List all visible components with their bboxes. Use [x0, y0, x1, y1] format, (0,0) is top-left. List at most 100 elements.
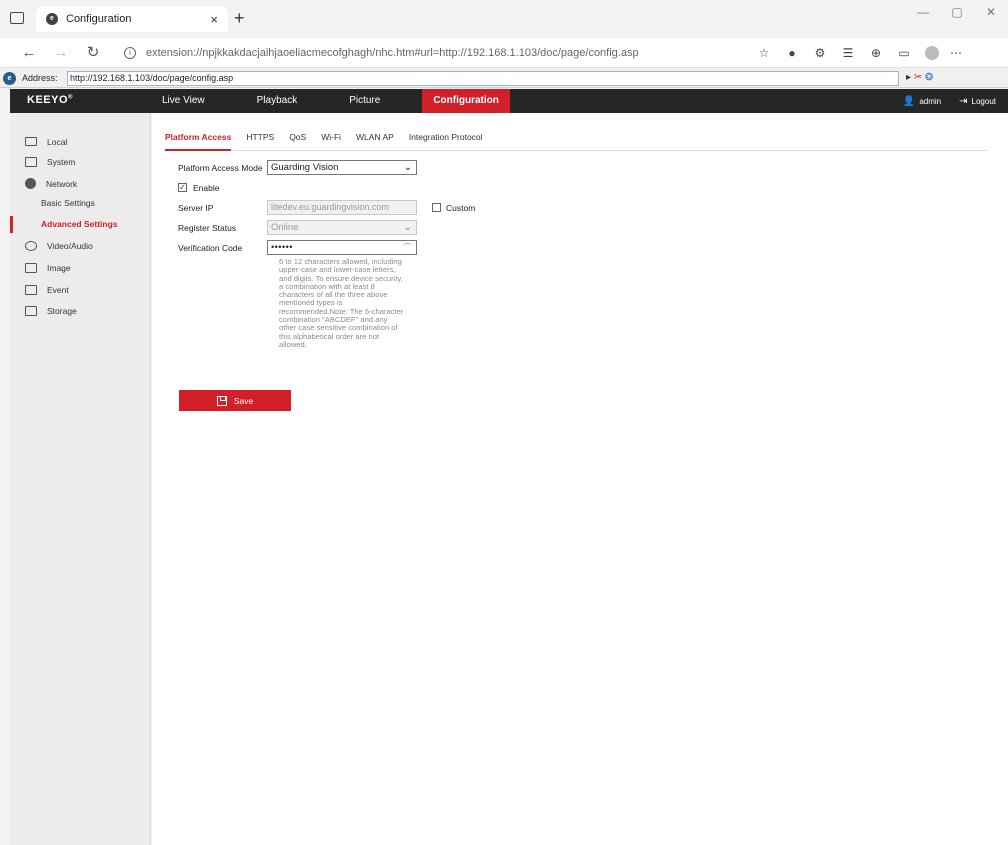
tab-platform-access[interactable]: Platform Access	[165, 131, 232, 151]
sidebar-item-label: Image	[47, 262, 71, 273]
sidebar-item-label: Event	[47, 284, 69, 295]
tab-wlan-ap[interactable]: WLAN AP	[356, 131, 394, 151]
tab-actions-icon[interactable]	[10, 12, 24, 24]
logout-icon[interactable]: ⇥	[959, 96, 967, 107]
sidebar-item-label: Storage	[47, 305, 77, 316]
browser-tab-bar: e Configuration × + — ▢ ✕	[0, 0, 1008, 38]
sidebar-item-image[interactable]: Image	[10, 257, 151, 278]
logout-link[interactable]: Logout	[972, 97, 996, 106]
url-bar[interactable]: i extension://npjkkakdacjaihjaoeliacmeco…	[124, 44, 764, 62]
monitor-icon	[25, 137, 37, 146]
config-subtabs: Platform Access HTTPS QoS Wi-Fi WLAN AP …	[165, 131, 988, 151]
save-button[interactable]: Save	[179, 390, 291, 411]
save-icon	[216, 395, 227, 406]
main-nav: Live View Playback Picture Configuration	[152, 89, 542, 113]
sidebar-item-system[interactable]: System	[10, 151, 151, 172]
sidebar-item-event[interactable]: Event	[10, 279, 151, 300]
sidebar-item-label: System	[47, 156, 76, 167]
minimize-icon[interactable]: —	[906, 0, 940, 26]
nav-playback[interactable]: Playback	[247, 89, 308, 113]
sidebar-item-label: Video/Audio	[47, 240, 93, 251]
hint-line: allowed.	[279, 339, 307, 349]
password-value: ••••••	[271, 242, 293, 252]
custom-label: Custom	[446, 203, 476, 213]
verification-code-input[interactable]: •••••• ⌒	[267, 240, 417, 255]
maximize-icon[interactable]: ▢	[940, 0, 974, 26]
sidebar-item-local[interactable]: Local	[10, 131, 151, 152]
custom-checkbox[interactable]	[432, 203, 441, 212]
chevron-down-icon: ⌄	[403, 162, 412, 173]
event-icon	[25, 284, 37, 295]
user-icon: 👤	[902, 95, 916, 107]
address-tools: ▸ ✂ ❂	[906, 72, 933, 83]
tab-close-icon[interactable]: ×	[210, 12, 218, 27]
app-header: KEEYO® Live View Playback Picture Config…	[10, 89, 1008, 113]
help-icon[interactable]: ❂	[925, 72, 933, 83]
enable-label: Enable	[193, 183, 220, 193]
back-icon[interactable]: ←	[20, 44, 38, 62]
verification-code-label: Verification Code	[178, 243, 243, 253]
sidebar-item-video-audio[interactable]: Video/Audio	[10, 235, 151, 256]
tab-integration-protocol[interactable]: Integration Protocol	[409, 131, 483, 151]
collections-icon[interactable]: ⊕	[864, 45, 888, 61]
brand-logo: KEEYO®	[27, 94, 73, 106]
extensions-icon[interactable]: ⚙	[808, 45, 832, 61]
go-icon[interactable]: ▸	[906, 72, 911, 83]
user-name[interactable]: admin	[919, 97, 941, 106]
extension-e-icon[interactable]: ●	[780, 45, 804, 61]
tab-wifi[interactable]: Wi-Fi	[321, 131, 341, 151]
nav-picture[interactable]: Picture	[339, 89, 390, 113]
url-text[interactable]: extension://npjkkakdacjaihjaoeliacmecofg…	[146, 47, 639, 59]
system-icon	[25, 156, 37, 167]
image-icon	[25, 262, 37, 273]
register-status-label: Register Status	[178, 223, 237, 233]
favorites-icon[interactable]: ☰	[836, 45, 860, 61]
ie-tab-logo-icon: e	[3, 72, 16, 85]
profile-avatar[interactable]	[925, 46, 939, 60]
sidebar-item-label: Local	[47, 136, 68, 147]
refresh-icon[interactable]: ↻	[84, 44, 102, 62]
nav-configuration[interactable]: Configuration	[422, 89, 510, 113]
main-content: Platform Access HTTPS QoS Wi-Fi WLAN AP …	[152, 113, 1008, 845]
sidebar-item-label: Network	[46, 178, 78, 189]
tab-https[interactable]: HTTPS	[246, 131, 274, 151]
sidebar-icon[interactable]: ▭	[892, 45, 916, 61]
chevron-down-icon: ⌄	[403, 222, 412, 233]
video-audio-icon	[25, 240, 37, 251]
sidebar: Local System Network Basic Settings Adva…	[10, 113, 151, 845]
platform-access-mode-select[interactable]: Guarding Vision ⌄	[267, 160, 417, 175]
ie-address-bar: e Address: http://192.168.1.103/doc/page…	[0, 69, 1008, 88]
select-value: Guarding Vision	[271, 162, 339, 173]
window-controls: — ▢ ✕	[906, 0, 1008, 26]
tab-qos[interactable]: QoS	[289, 131, 306, 151]
sidebar-item-storage[interactable]: Storage	[10, 300, 151, 321]
tools-icon[interactable]: ✂	[914, 72, 922, 83]
header-user-area: 👤 admin ⇥ Logout	[903, 89, 996, 113]
browser-tab[interactable]: e Configuration ×	[36, 6, 228, 32]
tab-favicon-icon: e	[46, 13, 58, 25]
browser-nav-bar: ← → ↻ i extension://npjkkakdacjaihjaoeli…	[0, 38, 1008, 68]
extension-toolbar: ☆ ● ⚙ ☰ ⊕ ▭ ⋯	[752, 45, 972, 61]
read-aloud-icon[interactable]: ☆	[752, 45, 776, 61]
select-value: Online	[271, 222, 299, 233]
save-label: Save	[233, 395, 254, 406]
address-label: Address:	[22, 73, 58, 83]
address-input[interactable]: http://192.168.1.103/doc/page/config.asp	[67, 71, 899, 86]
enable-checkbox[interactable]: ✓	[178, 183, 187, 192]
sidebar-item-basic-settings[interactable]: Basic Settings	[10, 193, 151, 214]
sidebar-item-advanced-settings[interactable]: Advanced Settings	[10, 214, 151, 235]
network-globe-icon	[25, 178, 36, 189]
info-icon[interactable]: i	[124, 47, 136, 59]
storage-icon	[25, 305, 37, 316]
more-icon[interactable]: ⋯	[944, 45, 968, 61]
register-status-select: Online ⌄	[267, 220, 417, 235]
eye-icon[interactable]: ⌒	[404, 242, 413, 254]
tab-title: Configuration	[66, 13, 132, 25]
forward-icon[interactable]: →	[52, 44, 70, 62]
server-ip-field[interactable]: litedev.eu.guardingvision.com	[267, 200, 417, 215]
close-window-icon[interactable]: ✕	[974, 0, 1008, 26]
new-tab-button[interactable]: +	[234, 8, 245, 29]
verification-hint: 6 to 12 characters allowed, including up…	[279, 257, 421, 349]
nav-live-view[interactable]: Live View	[152, 89, 215, 113]
sidebar-item-network[interactable]: Network	[10, 173, 151, 194]
